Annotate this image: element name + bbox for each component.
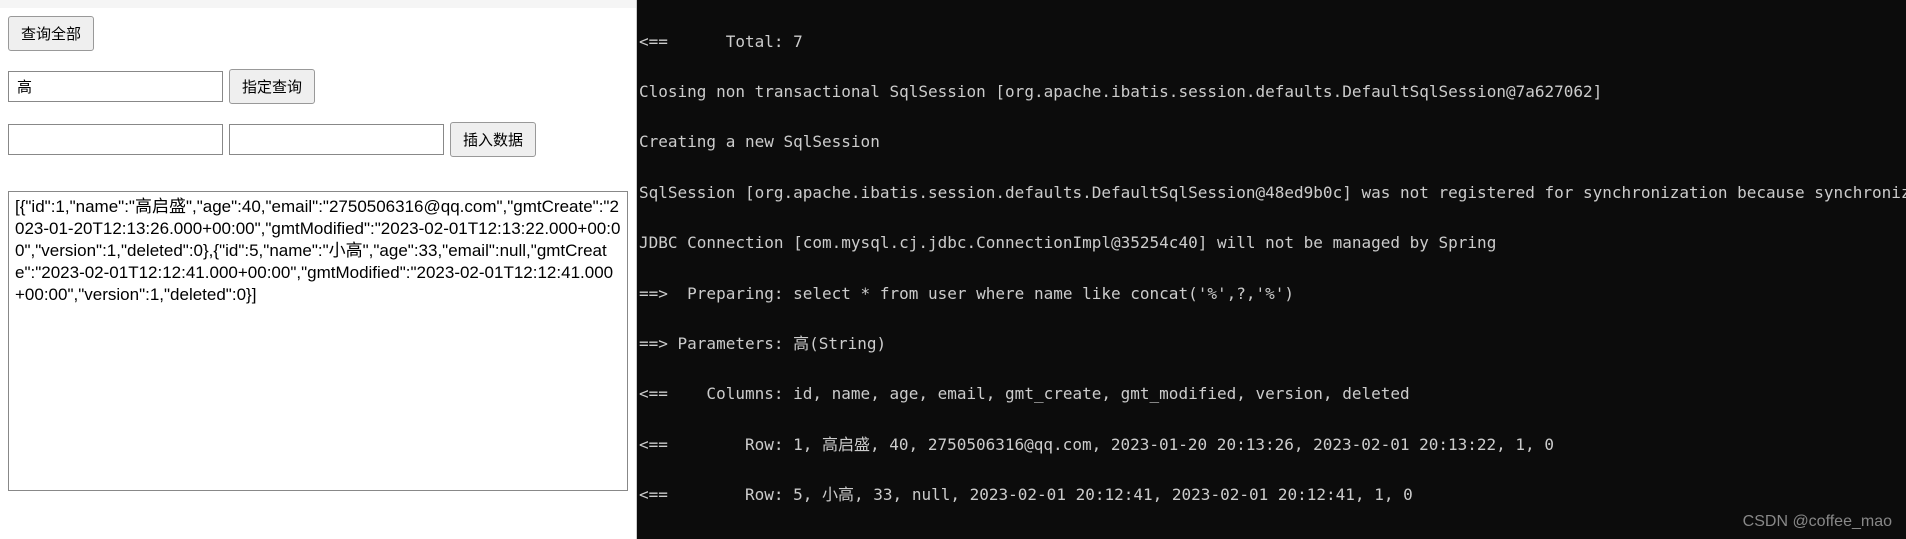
insert-button[interactable]: 插入数据 [450, 122, 536, 157]
search-input[interactable] [8, 71, 223, 102]
terminal-line: SqlSession [org.apache.ibatis.session.de… [639, 185, 1904, 202]
query-all-row: 查询全部 [8, 16, 628, 51]
browser-content-panel: 查询全部 指定查询 插入数据 [{"id":1,"name":"高启盛","ag… [0, 0, 637, 539]
terminal-line: <== Row: 5, 小高, 33, null, 2023-02-01 20:… [639, 487, 1904, 504]
terminal-line: ==> Preparing: select * from user where … [639, 286, 1904, 303]
terminal-line: <== Row: 1, 高启盛, 40, 2750506316@qq.com, … [639, 437, 1904, 454]
insert-row: 插入数据 [8, 122, 628, 157]
search-button[interactable]: 指定查询 [229, 69, 315, 104]
search-row: 指定查询 [8, 69, 628, 104]
result-textarea[interactable]: [{"id":1,"name":"高启盛","age":40,"email":"… [8, 191, 628, 491]
watermark-text: CSDN @coffee_mao [1743, 514, 1892, 531]
form-area: 查询全部 指定查询 插入数据 [0, 8, 636, 183]
terminal-line: Creating a new SqlSession [639, 134, 1904, 151]
insert-input-2[interactable] [229, 124, 444, 155]
terminal-line: <== Total: 7 [639, 34, 1904, 51]
insert-input-1[interactable] [8, 124, 223, 155]
terminal-line: ==> Parameters: 高(String) [639, 336, 1904, 353]
terminal-panel[interactable]: <== Total: 7 Closing non transactional S… [637, 0, 1906, 539]
toolbar-hint-area [0, 0, 636, 8]
terminal-line: <== Columns: id, name, age, email, gmt_c… [639, 386, 1904, 403]
terminal-line: JDBC Connection [com.mysql.cj.jdbc.Conne… [639, 235, 1904, 252]
terminal-line: Closing non transactional SqlSession [or… [639, 84, 1904, 101]
query-all-button[interactable]: 查询全部 [8, 16, 94, 51]
